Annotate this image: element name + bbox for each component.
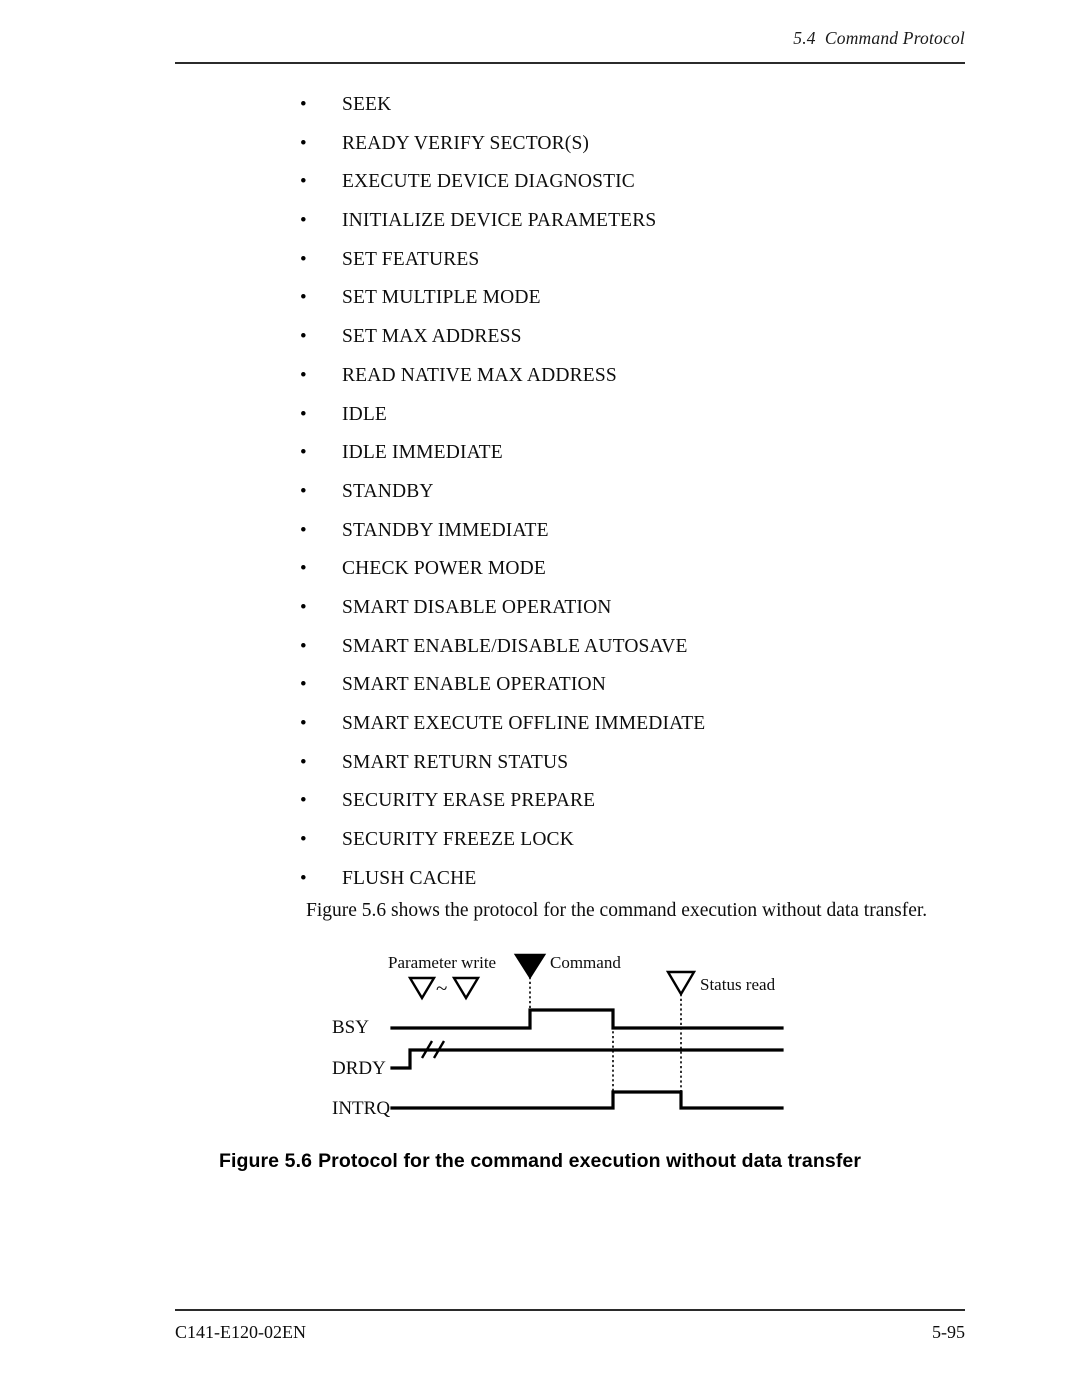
bullet-icon: •	[300, 829, 307, 851]
list-item: • CHECK POWER MODE	[300, 550, 1000, 589]
footer-page-number: 5-95	[932, 1322, 965, 1342]
signal-label-drdy: DRDY	[332, 1058, 386, 1079]
parameter-write-triangle-left-icon	[407, 976, 437, 1001]
list-item: • SEEK	[300, 86, 1000, 125]
bullet-icon: •	[300, 713, 307, 734]
list-item: • SMART RETURN STATUS	[300, 744, 1000, 783]
command-label: Command	[550, 953, 621, 972]
intro-paragraph: Figure 5.6 shows the protocol for the co…	[306, 900, 928, 921]
list-item-label: SMART ENABLE OPERATION	[342, 674, 606, 696]
list-item-label: CHECK POWER MODE	[342, 558, 546, 580]
status-read-label: Status read	[700, 975, 776, 994]
status-read-triangle-icon	[665, 970, 697, 997]
list-item: • EXECUTE DEVICE DIAGNOSTIC	[300, 163, 1000, 202]
list-item: • SET MULTIPLE MODE	[300, 279, 1000, 318]
timing-diagram: Parameter write ~ Command Status read BS…	[330, 940, 800, 1130]
bullet-icon: •	[300, 790, 307, 812]
list-item-label: SET MAX ADDRESS	[342, 326, 522, 348]
bullet-icon: •	[300, 210, 307, 232]
bullet-icon: •	[300, 480, 307, 502]
figure-caption-text: Protocol for the command execution witho…	[318, 1150, 862, 1172]
bullet-icon: •	[300, 364, 307, 386]
list-item: • READ NATIVE MAX ADDRESS	[300, 357, 1000, 396]
list-item-label: IDLE	[342, 403, 387, 425]
list-item: • SMART EXECUTE OFFLINE IMMEDIATE	[300, 705, 1000, 744]
command-bullet-list: • SEEK • READY VERIFY SECTOR(S) • EXECUT…	[300, 86, 1000, 898]
list-item-label: SMART RETURN STATUS	[342, 751, 569, 773]
parameter-write-label: Parameter write	[388, 953, 496, 972]
list-item-label: INITIALIZE DEVICE PARAMETERS	[342, 210, 657, 232]
bullet-icon: •	[300, 442, 307, 464]
list-item-label: SEEK	[342, 94, 392, 115]
bsy-waveform	[390, 1008, 784, 1030]
figure-caption: Figure 5.6 Protocol for the command execu…	[0, 1150, 1080, 1173]
footer-divider-rule	[175, 1309, 965, 1311]
list-item-label: SMART ENABLE/DISABLE AUTOSAVE	[342, 635, 688, 657]
bullet-icon: •	[300, 132, 307, 154]
list-item: • INITIALIZE DEVICE PARAMETERS	[300, 202, 1000, 241]
list-item-label: SECURITY ERASE PREPARE	[342, 790, 596, 812]
list-item-label: SMART DISABLE OPERATION	[342, 596, 612, 618]
bullet-icon: •	[300, 635, 307, 657]
list-item: • READY VERIFY SECTOR(S)	[300, 125, 1000, 164]
list-item: • SET FEATURES	[300, 241, 1000, 280]
bullet-icon: •	[300, 94, 307, 115]
page-footer: C141-E120-02EN 5-95	[175, 1322, 965, 1348]
list-item-label: FLUSH CACHE	[342, 867, 477, 889]
header-divider-rule	[175, 62, 965, 64]
document-page: 5.4 Command Protocol • SEEK • READY VERI…	[0, 0, 1080, 1397]
list-item: • SMART ENABLE OPERATION	[300, 666, 1000, 705]
bullet-icon: •	[300, 248, 307, 270]
list-item-label: STANDBY IMMEDIATE	[342, 519, 549, 541]
list-item-label: STANDBY	[342, 480, 434, 502]
list-item: • IDLE IMMEDIATE	[300, 434, 1000, 473]
list-item-label: SECURITY FREEZE LOCK	[342, 829, 574, 851]
bullet-icon: •	[300, 596, 307, 618]
list-item: • STANDBY IMMEDIATE	[300, 512, 1000, 551]
bullet-icon: •	[300, 674, 307, 696]
list-item: • FLUSH CACHE	[300, 860, 1000, 899]
signal-label-bsy: BSY	[332, 1017, 369, 1038]
list-item: • SECURITY FREEZE LOCK	[300, 821, 1000, 860]
bullet-icon: •	[300, 558, 307, 580]
list-item: • SMART ENABLE/DISABLE AUTOSAVE	[300, 628, 1000, 667]
drdy-waveform	[390, 1048, 784, 1070]
running-header: 5.4 Command Protocol	[175, 28, 965, 49]
bullet-icon: •	[300, 751, 307, 773]
footer-document-number: C141-E120-02EN	[175, 1322, 306, 1342]
list-item-label: IDLE IMMEDIATE	[342, 442, 503, 464]
bullet-icon: •	[300, 326, 307, 348]
command-triangle-icon	[513, 953, 547, 980]
list-item-label: SET FEATURES	[342, 248, 480, 270]
list-item-label: READ NATIVE MAX ADDRESS	[342, 364, 617, 386]
list-item: • IDLE	[300, 396, 1000, 435]
tilde-symbol: ~	[436, 976, 447, 1000]
list-item-label: SET MULTIPLE MODE	[342, 287, 541, 309]
bullet-icon: •	[300, 403, 307, 425]
list-item-label: EXECUTE DEVICE DIAGNOSTIC	[342, 171, 635, 193]
list-item-label: SMART EXECUTE OFFLINE IMMEDIATE	[342, 713, 706, 734]
bullet-icon: •	[300, 287, 307, 309]
list-item: • STANDBY	[300, 473, 1000, 512]
parameter-write-triangle-right-icon	[451, 976, 481, 1001]
signal-label-intrq: INTRQ	[332, 1098, 390, 1119]
list-item: • SECURITY ERASE PREPARE	[300, 782, 1000, 821]
bullet-icon: •	[300, 519, 307, 541]
bullet-icon: •	[300, 867, 307, 889]
intrq-waveform	[390, 1090, 784, 1110]
list-item: • SET MAX ADDRESS	[300, 318, 1000, 357]
list-item-label: READY VERIFY SECTOR(S)	[342, 132, 590, 154]
figure-caption-number: Figure 5.6	[218, 1150, 313, 1172]
list-item: • SMART DISABLE OPERATION	[300, 589, 1000, 628]
bullet-icon: •	[300, 171, 307, 193]
header-section-title: 5.4 Command Protocol	[793, 28, 965, 48]
